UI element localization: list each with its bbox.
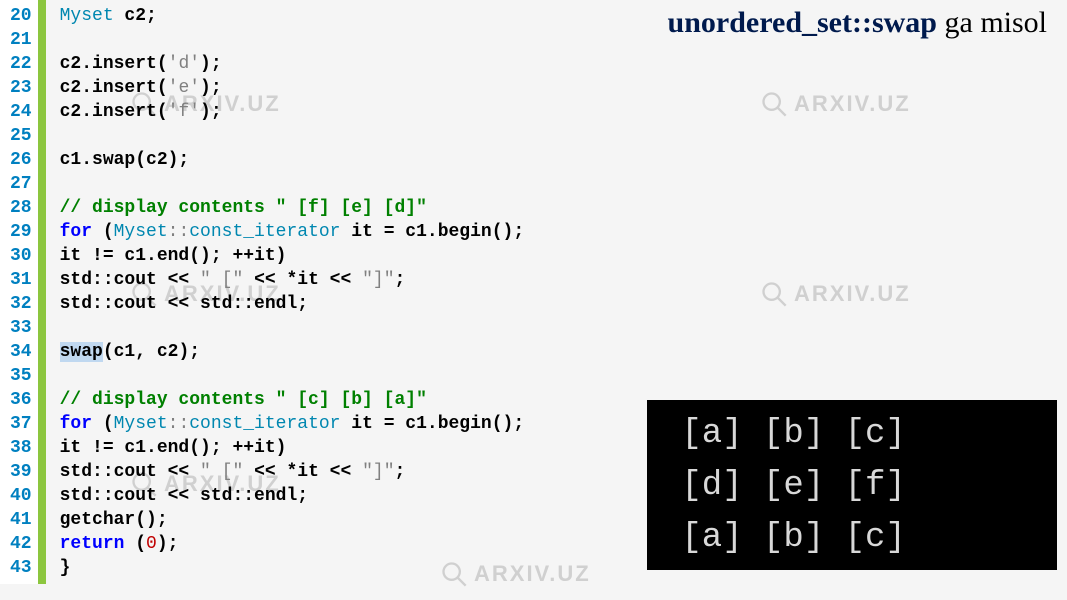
code-block: 20 21 22 23 24 25 26 27 28 29 30 31 32 3… xyxy=(0,0,524,584)
line-number: 43 xyxy=(10,556,32,580)
line-number: 29 xyxy=(10,220,32,244)
line-number: 32 xyxy=(10,292,32,316)
line-number: 34 xyxy=(10,340,32,364)
code-line: it != c1.end(); ++it) xyxy=(60,436,525,460)
line-number: 28 xyxy=(10,196,32,220)
line-number: 27 xyxy=(10,172,32,196)
code-line: c2.insert('f'); xyxy=(60,100,525,124)
code-line: getchar(); xyxy=(60,508,525,532)
watermark-text: ARXIV.UZ xyxy=(794,281,911,307)
line-number: 35 xyxy=(10,364,32,388)
code-line: std::cout << std::endl; xyxy=(60,292,525,316)
line-number: 23 xyxy=(10,76,32,100)
line-number: 39 xyxy=(10,460,32,484)
console-line: [a] [b] [c] xyxy=(661,408,1043,460)
code-line: return (0); xyxy=(60,532,525,556)
line-number: 40 xyxy=(10,484,32,508)
line-number: 31 xyxy=(10,268,32,292)
code-line xyxy=(60,28,525,52)
code-line xyxy=(60,124,525,148)
line-number: 42 xyxy=(10,532,32,556)
console-output: [a] [b] [c] [d] [e] [f] [a] [b] [c] xyxy=(647,400,1057,570)
code-line: // display contents " [f] [e] [d]" xyxy=(60,196,525,220)
line-number: 37 xyxy=(10,412,32,436)
watermark: ARXIV.UZ xyxy=(760,90,911,118)
line-number: 25 xyxy=(10,124,32,148)
watermark-text: ARXIV.UZ xyxy=(794,91,911,117)
code-line: for (Myset::const_iterator it = c1.begin… xyxy=(60,220,525,244)
line-number: 22 xyxy=(10,52,32,76)
code-line: std::cout << " [" << *it << "]"; xyxy=(60,268,525,292)
line-number-gutter: 20 21 22 23 24 25 26 27 28 29 30 31 32 3… xyxy=(0,0,46,584)
code-line: it != c1.end(); ++it) xyxy=(60,244,525,268)
line-number: 33 xyxy=(10,316,32,340)
line-number: 41 xyxy=(10,508,32,532)
code-content: Myset c2; c2.insert('d'); c2.insert('e')… xyxy=(46,0,525,584)
code-line: swap(c1, c2); xyxy=(60,340,525,364)
code-line: std::cout << " [" << *it << "]"; xyxy=(60,460,525,484)
line-number: 20 xyxy=(10,4,32,28)
title-bold: unordered_set::swap xyxy=(668,6,937,39)
code-line: } xyxy=(60,556,525,580)
code-line: c2.insert('d'); xyxy=(60,52,525,76)
code-line: // display contents " [c] [b] [a]" xyxy=(60,388,525,412)
code-line: c1.swap(c2); xyxy=(60,148,525,172)
line-number: 30 xyxy=(10,244,32,268)
title-rest: ga misol xyxy=(937,6,1047,39)
code-line: Myset c2; xyxy=(60,4,525,28)
console-line: [d] [e] [f] xyxy=(661,460,1043,512)
code-line xyxy=(60,172,525,196)
line-number: 36 xyxy=(10,388,32,412)
line-number: 38 xyxy=(10,436,32,460)
line-number: 26 xyxy=(10,148,32,172)
line-number: 21 xyxy=(10,28,32,52)
watermark: ARXIV.UZ xyxy=(760,280,911,308)
code-line xyxy=(60,316,525,340)
console-line: [a] [b] [c] xyxy=(661,512,1043,564)
code-line: for (Myset::const_iterator it = c1.begin… xyxy=(60,412,525,436)
slide-title: unordered_set::swap ga misol xyxy=(668,6,1047,40)
code-line: c2.insert('e'); xyxy=(60,76,525,100)
code-line xyxy=(60,364,525,388)
code-line: std::cout << std::endl; xyxy=(60,484,525,508)
line-number: 24 xyxy=(10,100,32,124)
